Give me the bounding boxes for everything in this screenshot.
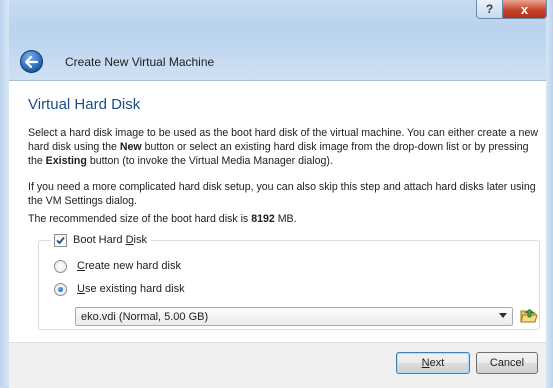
use-existing-disk-label: Use existing hard disk <box>77 283 185 295</box>
boot-hard-disk-label: Boot Hard Disk <box>73 234 147 246</box>
next-button[interactable]: Next <box>396 352 470 374</box>
use-existing-disk-radio[interactable] <box>54 282 67 296</box>
help-button[interactable]: ? <box>476 0 503 19</box>
use-existing-disk-option[interactable]: Use existing hard disk <box>54 282 185 296</box>
page-title: Virtual Hard Disk <box>28 96 141 113</box>
create-new-disk-radio[interactable] <box>54 259 67 273</box>
checkbox-box[interactable] <box>54 233 67 247</box>
window-left-edge <box>0 0 9 387</box>
create-new-disk-label: Create new hard disk <box>77 260 181 272</box>
cancel-button[interactable]: Cancel <box>476 352 538 374</box>
choose-disk-button[interactable] <box>518 305 540 327</box>
back-arrow-icon <box>25 55 38 68</box>
close-icon: x <box>520 1 529 17</box>
recommended-size-value: 8192 <box>251 213 275 225</box>
caption-buttons: ? x <box>476 0 547 20</box>
description-paragraph: Select a hard disk image to be used as t… <box>28 127 538 167</box>
next-button-label: Next <box>421 357 445 369</box>
window-title: Create New Virtual Machine <box>65 55 215 69</box>
advanced-setup-paragraph: If you need a more complicated hard disk… <box>28 181 536 207</box>
wizard-header: Create New Virtual Machine <box>9 40 546 78</box>
window-right-edge <box>546 0 553 387</box>
boot-hard-disk-checkbox[interactable]: Boot Hard Disk <box>51 233 151 247</box>
existing-keyword: Existing <box>45 155 87 167</box>
checkmark-icon <box>56 236 65 244</box>
existing-disk-dropdown[interactable]: eko.vdi (Normal, 5.00 GB) <box>75 307 513 326</box>
close-button[interactable]: x <box>503 0 547 19</box>
new-keyword: New <box>119 141 142 153</box>
chevron-down-icon[interactable] <box>499 313 507 318</box>
dropdown-value: eko.vdi (Normal, 5.00 GB) <box>81 310 209 323</box>
back-button[interactable] <box>20 50 43 73</box>
recommended-size-text: The recommended size of the boot hard di… <box>28 213 297 225</box>
open-folder-icon <box>520 309 538 323</box>
help-icon: ? <box>485 2 494 16</box>
create-new-disk-option[interactable]: Create new hard disk <box>54 259 181 273</box>
